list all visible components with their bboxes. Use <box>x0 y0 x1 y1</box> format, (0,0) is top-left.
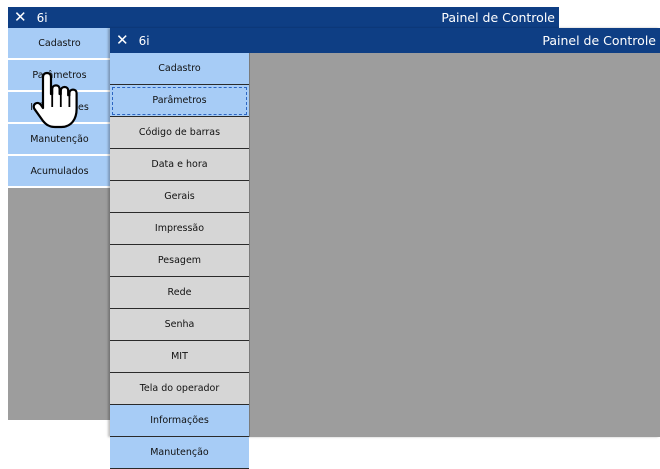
menu-button-cadastro[interactable]: Cadastro <box>110 53 249 85</box>
menu-button-parametros[interactable]: Parâmetros <box>110 85 249 117</box>
menu-button-cadastro[interactable]: Cadastro <box>8 28 111 60</box>
app-title: 6i <box>138 33 150 48</box>
hand-pointer-icon <box>32 71 78 129</box>
menu-button-manutencao[interactable]: Manutenção <box>110 437 249 469</box>
menu-button-gerais[interactable]: Gerais <box>110 181 249 213</box>
menu-button-acumulados[interactable]: Acumulados <box>8 156 111 188</box>
menu-button-rede[interactable]: Rede <box>110 277 249 309</box>
back-title-bar: ✕ 6i Painel de Controle <box>8 7 559 28</box>
panel-title: Painel de Controle <box>542 33 656 48</box>
menu-button-impressao[interactable]: Impressão <box>110 213 249 245</box>
menu-button-data-e-hora[interactable]: Data e hora <box>110 149 249 181</box>
front-title-bar: ✕ 6i Painel de Controle <box>110 28 660 53</box>
menu-button-mit[interactable]: MIT <box>110 341 249 373</box>
app-title: 6i <box>36 10 48 25</box>
panel-title: Painel de Controle <box>441 10 555 25</box>
menu-button-tela-do-operador[interactable]: Tela do operador <box>110 373 249 405</box>
menu-button-codigo-de-barras[interactable]: Código de barras <box>110 117 249 149</box>
close-icon[interactable]: ✕ <box>116 33 129 48</box>
front-window: ✕ 6i Painel de Controle Cadastro Parâmetr… <box>110 28 660 469</box>
menu-button-pesagem[interactable]: Pesagem <box>110 245 249 277</box>
front-menu: Cadastro Parâmetros Código de barras Data e… <box>110 53 250 469</box>
menu-button-informacoes[interactable]: Informações <box>110 405 249 437</box>
close-icon[interactable]: ✕ <box>14 10 27 25</box>
menu-button-senha[interactable]: Senha <box>110 309 249 341</box>
